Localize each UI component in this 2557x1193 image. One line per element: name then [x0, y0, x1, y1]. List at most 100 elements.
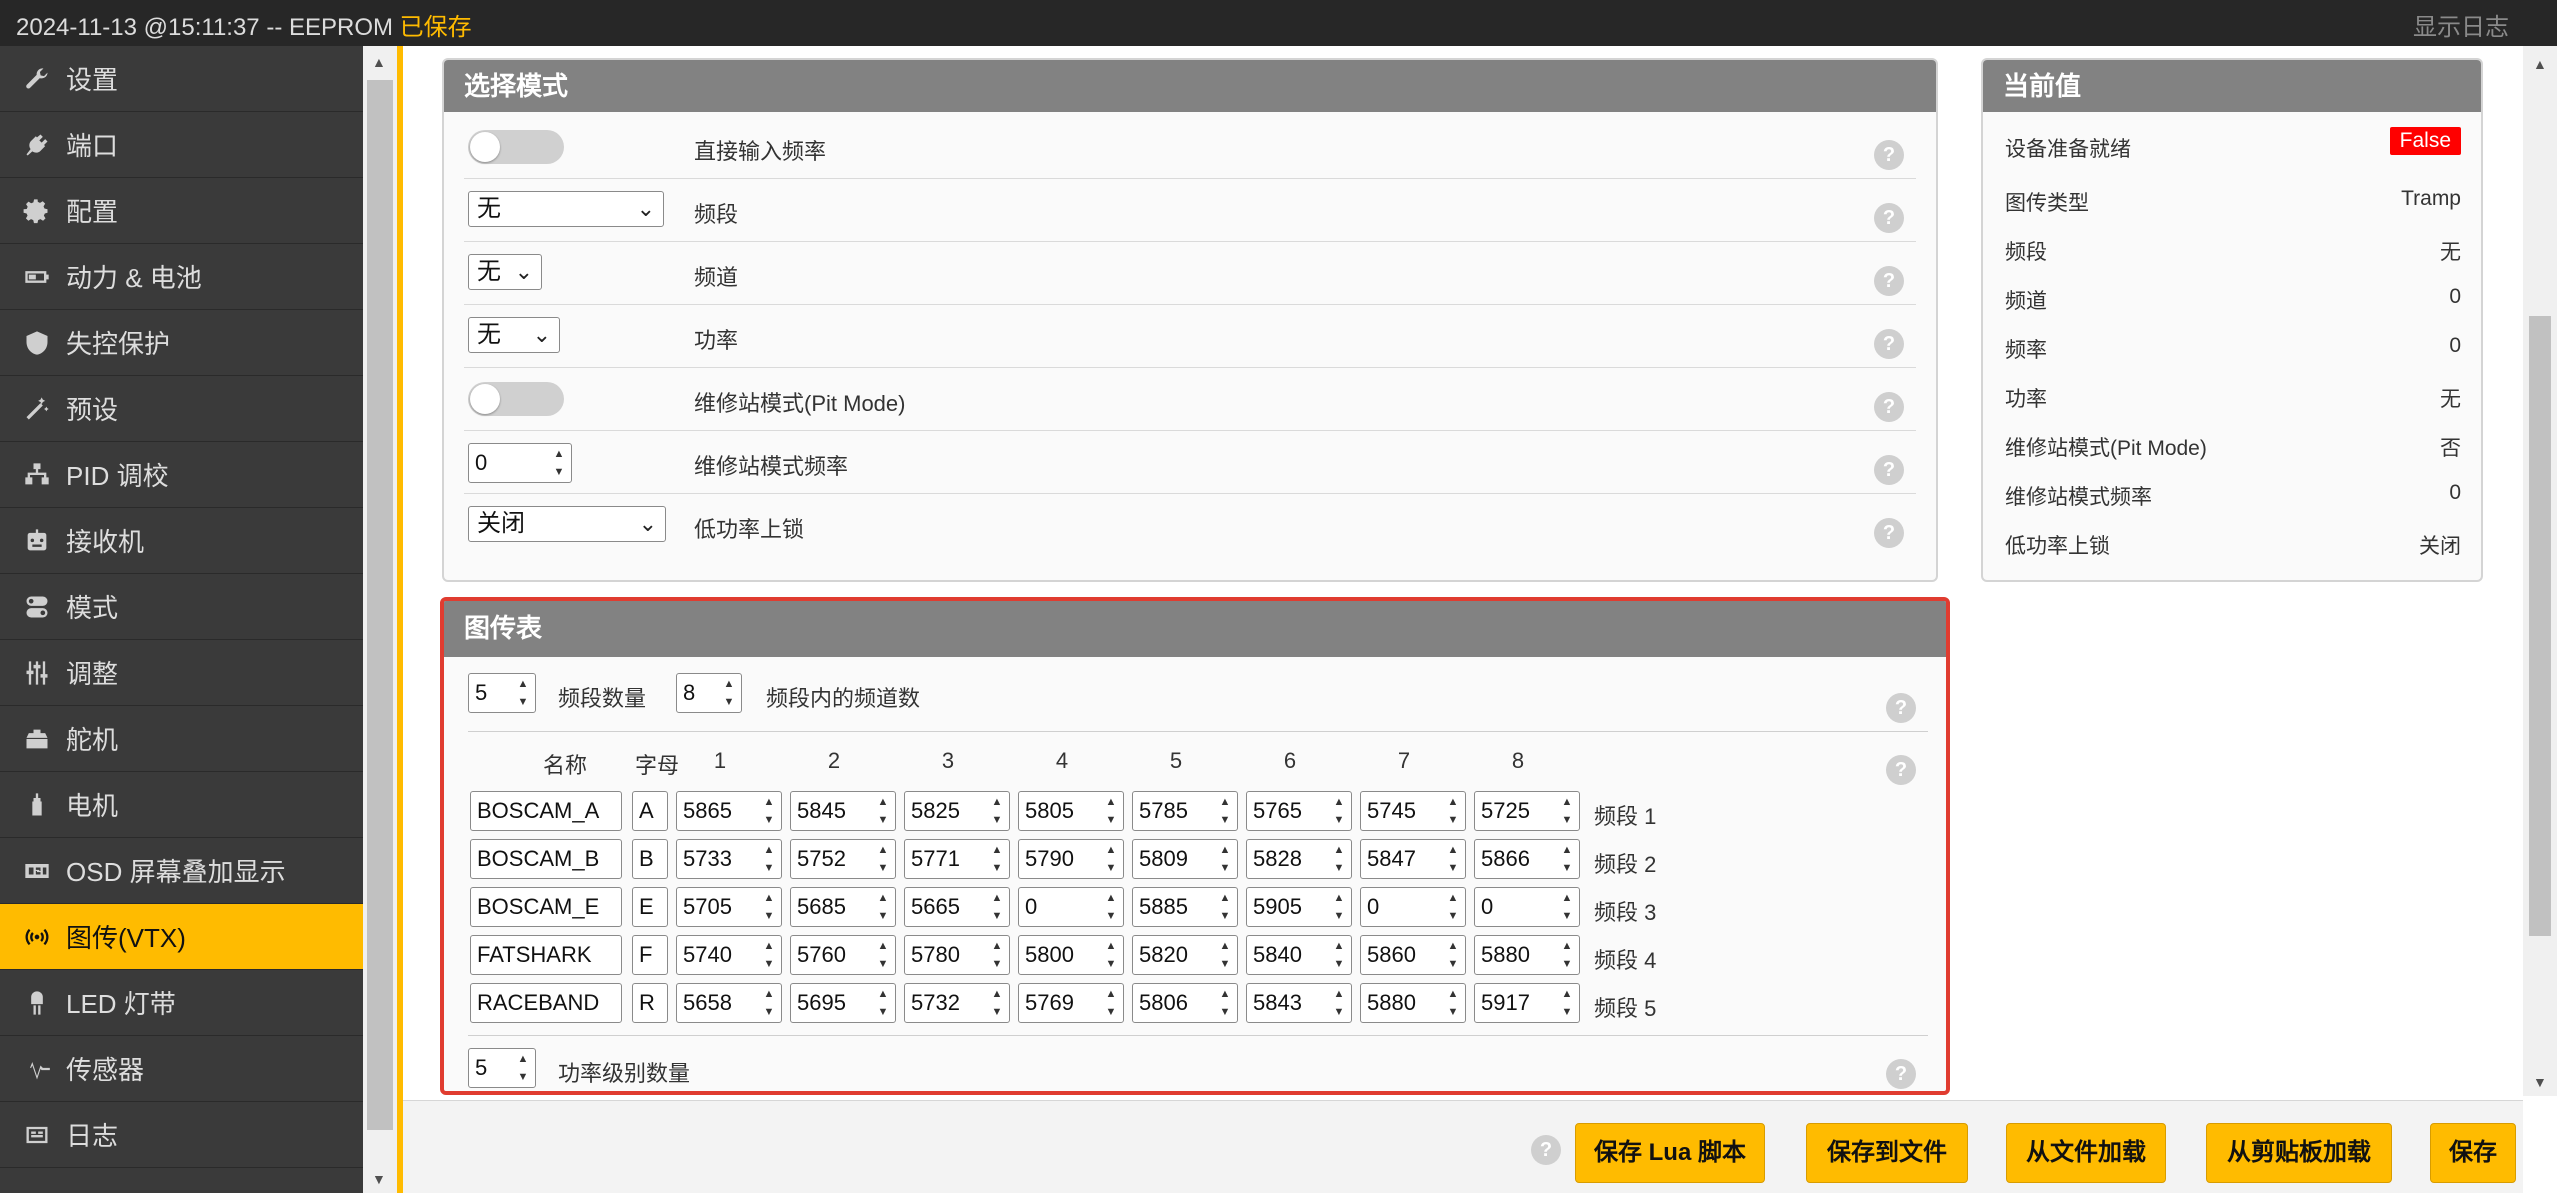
spinner-arrows-icon[interactable]: ▲ ▼ [987, 794, 1007, 828]
channel-frequency-input[interactable]: 5880 ▲ ▼ [1474, 935, 1580, 975]
sidebar-item-osd[interactable]: OSD 屏幕叠加显示 [0, 838, 363, 904]
spinner-arrows-icon[interactable]: ▲ ▼ [1329, 794, 1349, 828]
spinner-arrows-icon[interactable]: ▲ ▼ [1215, 794, 1235, 828]
channel-frequency-input[interactable]: 5765 ▲ ▼ [1246, 791, 1352, 831]
spinner-arrows-icon[interactable]: ▲ ▼ [759, 794, 779, 828]
spinner-arrows-icon[interactable]: ▲ ▼ [1443, 794, 1463, 828]
power-select[interactable]: 无 ⌄ [468, 317, 560, 353]
show-log-link[interactable]: 显示日志 [2413, 7, 2509, 42]
channel-frequency-input[interactable]: 5790 ▲ ▼ [1018, 839, 1124, 879]
sidebar-scrollbar[interactable]: ▲ ▼ [363, 46, 397, 1193]
channel-frequency-input[interactable]: 5780 ▲ ▼ [904, 935, 1010, 975]
sidebar-item-presets[interactable]: 预设 [0, 376, 363, 442]
spinner-arrows-icon[interactable]: ▲ ▼ [1215, 890, 1235, 924]
channel-frequency-input[interactable]: 5733 ▲ ▼ [676, 839, 782, 879]
channel-frequency-input[interactable]: 5732 ▲ ▼ [904, 983, 1010, 1023]
spinner-arrows-icon[interactable]: ▲ ▼ [1557, 986, 1577, 1020]
save-button[interactable]: 保存 [2430, 1123, 2516, 1183]
help-icon[interactable]: ? [1531, 1135, 1561, 1165]
spinner-arrows-icon[interactable]: ▲ ▼ [1215, 842, 1235, 876]
help-icon[interactable]: ? [1886, 693, 1916, 723]
channel-frequency-input[interactable]: 0 ▲ ▼ [1018, 887, 1124, 927]
channel-frequency-input[interactable]: 5880 ▲ ▼ [1360, 983, 1466, 1023]
sidebar-item-receiver[interactable]: 接收机 [0, 508, 363, 574]
band-select[interactable]: 无 ⌄ [468, 191, 664, 227]
sidebar-item-blackbox[interactable]: 日志 [0, 1102, 363, 1168]
spinner-arrows-icon[interactable]: ▲ ▼ [1557, 842, 1577, 876]
spinner-arrows-icon[interactable]: ▲ ▼ [1101, 938, 1121, 972]
direct-frequency-toggle[interactable] [468, 130, 564, 164]
scrollbar-thumb[interactable] [2529, 316, 2551, 936]
channel-frequency-input[interactable]: 5865 ▲ ▼ [676, 791, 782, 831]
scroll-up-arrow-icon[interactable]: ▲ [372, 54, 386, 70]
channel-frequency-input[interactable]: 5725 ▲ ▼ [1474, 791, 1580, 831]
channel-frequency-input[interactable]: 5745 ▲ ▼ [1360, 791, 1466, 831]
help-icon[interactable]: ? [1874, 329, 1904, 359]
spinner-arrows-icon[interactable]: ▲ ▼ [873, 842, 893, 876]
spinner-arrows-icon[interactable]: ▲ ▼ [1329, 986, 1349, 1020]
sidebar-item-sensors[interactable]: 传感器 [0, 1036, 363, 1102]
channel-count-input[interactable]: 8 ▲ ▼ [676, 673, 742, 713]
band-name-input[interactable]: FATSHARK [470, 935, 622, 975]
spinner-arrows-icon[interactable]: ▲ ▼ [873, 938, 893, 972]
sidebar-item-failsafe[interactable]: 失控保护 [0, 310, 363, 376]
help-icon[interactable]: ? [1874, 455, 1904, 485]
scroll-down-arrow-icon[interactable]: ▼ [372, 1171, 386, 1187]
spinner-arrows-icon[interactable]: ▲ ▼ [1443, 842, 1463, 876]
channel-frequency-input[interactable]: 5917 ▲ ▼ [1474, 983, 1580, 1023]
channel-frequency-input[interactable]: 5885 ▲ ▼ [1132, 887, 1238, 927]
band-letter-input[interactable]: R [632, 983, 668, 1023]
spinner-arrows-icon[interactable]: ▲ ▼ [759, 890, 779, 924]
spinner-arrows-icon[interactable]: ▲ ▼ [987, 938, 1007, 972]
spinner-arrows-icon[interactable]: ▲ ▼ [1101, 986, 1121, 1020]
channel-frequency-input[interactable]: 5825 ▲ ▼ [904, 791, 1010, 831]
spinner-arrows-icon[interactable]: ▲ ▼ [1557, 890, 1577, 924]
load-from-file-button[interactable]: 从文件加载 [2006, 1123, 2166, 1183]
spinner-arrows-icon[interactable]: ▲ ▼ [987, 842, 1007, 876]
spinner-arrows-icon[interactable]: ▲ ▼ [759, 842, 779, 876]
channel-select[interactable]: 无 ⌄ [468, 254, 542, 290]
spinner-arrows-icon[interactable]: ▲ ▼ [873, 986, 893, 1020]
band-letter-input[interactable]: F [632, 935, 668, 975]
sidebar-item-modes[interactable]: 模式 [0, 574, 363, 640]
channel-frequency-input[interactable]: 5752 ▲ ▼ [790, 839, 896, 879]
channel-frequency-input[interactable]: 5806 ▲ ▼ [1132, 983, 1238, 1023]
spinner-arrows-icon[interactable]: ▲ ▼ [719, 676, 739, 710]
spinner-arrows-icon[interactable]: ▲ ▼ [1215, 986, 1235, 1020]
spinner-arrows-icon[interactable]: ▲ ▼ [759, 986, 779, 1020]
channel-frequency-input[interactable]: 5685 ▲ ▼ [790, 887, 896, 927]
band-letter-input[interactable]: E [632, 887, 668, 927]
band-letter-input[interactable]: B [632, 839, 668, 879]
channel-frequency-input[interactable]: 0 ▲ ▼ [1474, 887, 1580, 927]
spinner-arrows-icon[interactable]: ▲ ▼ [1443, 986, 1463, 1020]
sidebar-item-adjustments[interactable]: 调整 [0, 640, 363, 706]
help-icon[interactable]: ? [1874, 518, 1904, 548]
band-count-input[interactable]: 5 ▲ ▼ [468, 673, 536, 713]
spinner-arrows-icon[interactable]: ▲ ▼ [513, 1051, 533, 1085]
channel-frequency-input[interactable]: 5809 ▲ ▼ [1132, 839, 1238, 879]
sidebar-item-setup[interactable]: 设置 [0, 46, 363, 112]
scroll-down-arrow-icon[interactable]: ▼ [2533, 1074, 2547, 1090]
channel-frequency-input[interactable]: 5760 ▲ ▼ [790, 935, 896, 975]
help-icon[interactable]: ? [1874, 203, 1904, 233]
spinner-arrows-icon[interactable]: ▲ ▼ [987, 890, 1007, 924]
spinner-arrows-icon[interactable]: ▲ ▼ [513, 676, 533, 710]
sidebar-item-vtx[interactable]: 图传(VTX) [0, 904, 363, 970]
help-icon[interactable]: ? [1874, 266, 1904, 296]
band-letter-input[interactable]: A [632, 791, 668, 831]
band-name-input[interactable]: BOSCAM_A [470, 791, 622, 831]
spinner-arrows-icon[interactable]: ▲ ▼ [987, 986, 1007, 1020]
sidebar-item-ports[interactable]: 端口 [0, 112, 363, 178]
help-icon[interactable]: ? [1874, 392, 1904, 422]
spinner-arrows-icon[interactable]: ▲ ▼ [1557, 794, 1577, 828]
channel-frequency-input[interactable]: 5771 ▲ ▼ [904, 839, 1010, 879]
sidebar-item-power-battery[interactable]: 动力 & 电池 [0, 244, 363, 310]
band-name-input[interactable]: BOSCAM_E [470, 887, 622, 927]
sidebar-item-motors[interactable]: 电机 [0, 772, 363, 838]
channel-frequency-input[interactable]: 5695 ▲ ▼ [790, 983, 896, 1023]
save-to-file-button[interactable]: 保存到文件 [1806, 1123, 1968, 1183]
channel-frequency-input[interactable]: 5800 ▲ ▼ [1018, 935, 1124, 975]
channel-frequency-input[interactable]: 5658 ▲ ▼ [676, 983, 782, 1023]
spinner-arrows-icon[interactable]: ▲ ▼ [1101, 890, 1121, 924]
power-levels-input[interactable]: 5 ▲ ▼ [468, 1048, 536, 1088]
